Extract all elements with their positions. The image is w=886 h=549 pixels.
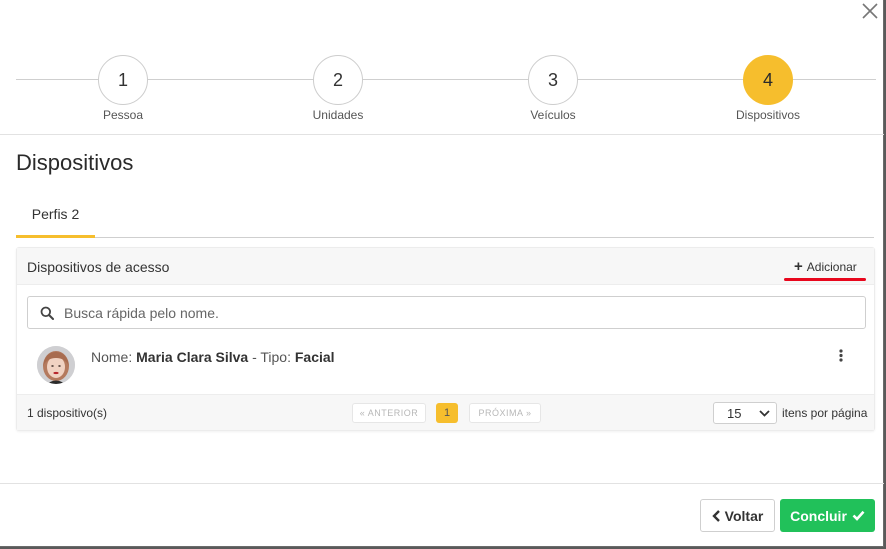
plus-icon: + <box>794 258 803 275</box>
done-button-label: Concluir <box>790 507 847 524</box>
card-title: Dispositivos de acesso <box>27 259 170 275</box>
card-footer: 1 dispositivo(s) « ANTERIOR 1 PRÓXIMA » … <box>17 394 874 430</box>
card-header: Dispositivos de acesso + Adicionar <box>17 248 874 285</box>
device-info: Nome: Maria Clara Silva - Tipo: Facial <box>91 349 335 365</box>
search-icon <box>40 306 54 320</box>
add-device-button[interactable]: + Adicionar <box>794 256 857 278</box>
device-name-prefix: Nome: <box>91 349 137 365</box>
check-icon <box>852 510 865 521</box>
device-type: Facial <box>294 349 335 365</box>
page-title: Dispositivos <box>16 150 134 175</box>
pagination-current-page[interactable]: 1 <box>436 403 458 423</box>
step-number: 2 <box>313 55 363 105</box>
back-button[interactable]: Voltar <box>700 499 775 532</box>
avatar <box>37 346 75 384</box>
devices-card: Dispositivos de acesso + Adicionar Busca… <box>16 247 875 431</box>
pagination-next-button[interactable]: PRÓXIMA » <box>469 403 541 423</box>
footer-divider <box>0 483 884 484</box>
step-number: 4 <box>743 55 793 105</box>
per-page-value: 15 <box>727 406 742 421</box>
step-label: Dispositivos <box>735 108 801 122</box>
modal-dialog: 1 Pessoa 2 Unidades 3 Veículos 4 Disposi… <box>0 0 884 547</box>
step-unidades[interactable]: 2 Unidades <box>278 55 398 122</box>
step-number: 3 <box>528 55 578 105</box>
device-name: Maria Clara Silva <box>136 349 249 365</box>
device-count: 1 dispositivo(s) <box>27 406 108 420</box>
stepper: 1 Pessoa 2 Unidades 3 Veículos 4 Disposi… <box>0 0 884 135</box>
device-type-prefix: - Tipo: <box>248 349 295 365</box>
device-row: Nome: Maria Clara Silva - Tipo: Facial <box>17 340 874 390</box>
step-veiculos[interactable]: 3 Veículos <box>493 55 613 122</box>
per-page-label: itens por página <box>782 406 868 420</box>
chevron-left-icon <box>711 509 720 522</box>
back-button-label: Voltar <box>724 507 764 524</box>
tab-perfis[interactable]: Perfis 2 <box>16 196 95 238</box>
tab-bar: Perfis 2 <box>16 196 874 238</box>
done-button[interactable]: Concluir <box>780 499 875 532</box>
step-label: Unidades <box>312 108 364 122</box>
search-box <box>27 296 866 329</box>
step-label: Veículos <box>530 108 576 122</box>
step-pessoa[interactable]: 1 Pessoa <box>63 55 183 122</box>
search-input[interactable] <box>64 297 865 328</box>
pagination-prev-button[interactable]: « ANTERIOR <box>352 403 426 423</box>
step-dispositivos[interactable]: 4 Dispositivos <box>708 55 828 122</box>
step-label: Pessoa <box>102 108 144 122</box>
step-number: 1 <box>98 55 148 105</box>
add-button-label: Adicionar <box>806 260 857 274</box>
chevron-down-icon <box>759 410 770 417</box>
kebab-menu-icon[interactable] <box>835 347 847 365</box>
per-page-select[interactable]: 15 <box>713 402 777 424</box>
highlight-underline <box>784 278 866 281</box>
